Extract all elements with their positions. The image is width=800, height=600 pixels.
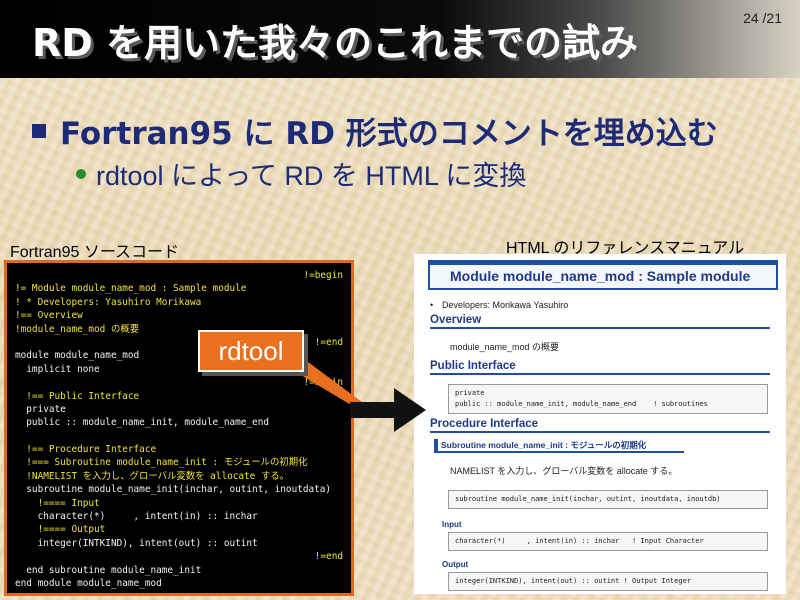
subroutine-heading: Subroutine module_name_init : モジュールの初期化 <box>434 439 684 453</box>
slide-title: RD を用いた我々のこれまでの試み <box>32 21 639 65</box>
code-line: subroutine module_name_init(inchar, outi… <box>15 484 332 496</box>
source-code-label: Fortran95 ソースコード <box>10 244 180 261</box>
reference-title: Module module_name_mod : Sample module <box>450 268 751 284</box>
code-line: !NAMELIST を入力し、グローバル変数を allocate する。 <box>15 470 290 482</box>
code-line: end subroutine module_name_init <box>15 564 202 576</box>
page-number: 24 /21 <box>743 10 782 26</box>
developers-bullet-icon: • <box>430 300 434 310</box>
overview-text: module_name_mod の概要 <box>450 342 560 352</box>
dot-bullet-icon <box>76 168 86 179</box>
output-heading: Output <box>442 560 469 569</box>
code-line: !== Overview <box>15 310 83 322</box>
code-line: character(*) , intent(in) :: inchar <box>15 511 258 523</box>
code-line: ! * Developers: Yasuhiro Morikawa <box>15 296 202 308</box>
bullet-level2: rdtool によって RD を HTML に変換 <box>76 154 526 193</box>
code-line: !==== Input <box>15 497 100 509</box>
procedure-interface-heading: Procedure Interface <box>430 418 770 433</box>
bullet-level2-text: rdtool によって RD を HTML に変換 <box>96 161 527 191</box>
input-code: character(*) , intent(in) :: inchar ! In… <box>448 532 768 551</box>
rdtool-callout: rdtool <box>198 330 304 372</box>
code-line: != Module module_name_mod : Sample modul… <box>15 283 247 295</box>
code-line: public :: module_name_init, module_name_… <box>15 417 269 429</box>
public-interface-code: private public :: module_name_init, modu… <box>448 384 768 414</box>
code-line: !=begin <box>303 377 343 389</box>
subroutine-code: subroutine module_name_init(inchar, outi… <box>448 490 768 509</box>
public-interface-heading: Public Interface <box>430 360 770 375</box>
code-line: end module module_name_mod <box>15 577 162 589</box>
source-code-panel: !=begin != Module module_name_mod : Sampl… <box>4 260 354 596</box>
subroutine-text: NAMELIST を入力し、グローバル変数を allocate する。 <box>450 466 678 476</box>
code-line: integer(INTKIND), intent(out) :: outint <box>15 537 258 549</box>
rdtool-label: rdtool <box>218 336 284 366</box>
output-code: integer(INTKIND), intent(out) :: outint … <box>448 572 768 591</box>
code-line: !=end <box>314 551 343 563</box>
title-bar: RD を用いた我々のこれまでの試み <box>0 0 800 78</box>
code-line: !=begin <box>303 270 343 281</box>
reference-title-box: Module module_name_mod : Sample module <box>428 260 778 290</box>
input-heading: Input <box>442 520 462 529</box>
code-line: !==== Output <box>15 524 106 536</box>
bullet-level1-text: Fortran95 に RD 形式のコメントを埋め込む <box>60 116 718 152</box>
code-line: private <box>15 403 66 415</box>
reference-manual-panel: Module module_name_mod : Sample module •… <box>414 254 786 594</box>
overview-heading: Overview <box>430 314 770 329</box>
developers-text: Developers: Morikawa Yasuhiro <box>442 300 569 310</box>
bullet-level1: Fortran95 に RD 形式のコメントを埋め込む <box>32 108 718 153</box>
code-line: !=== Subroutine module_name_init : モジュール… <box>15 457 308 469</box>
square-bullet-icon <box>32 123 46 138</box>
code-line: !== Public Interface <box>15 390 140 402</box>
code-line: !== Procedure Interface <box>15 444 157 456</box>
